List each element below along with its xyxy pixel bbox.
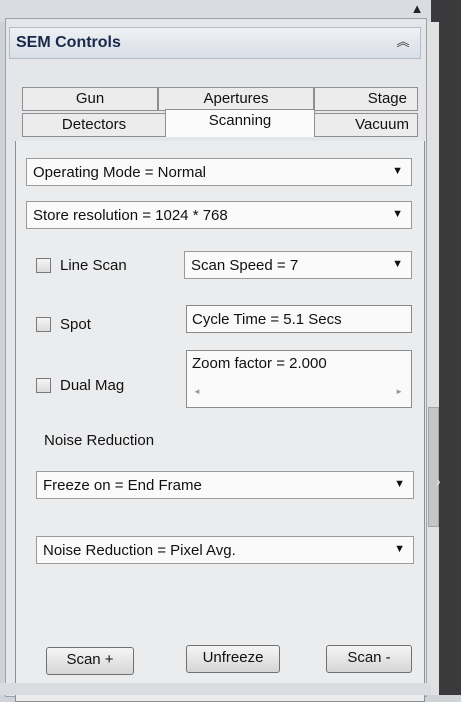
tab-vacuum[interactable]: Vacuum xyxy=(314,113,418,137)
tab-apertures[interactable]: Apertures xyxy=(158,87,314,111)
noise-reduction-heading: Noise Reduction xyxy=(44,432,155,449)
noise-reduction-dropdown[interactable]: Noise Reduction = Pixel Avg. ▼ xyxy=(36,536,414,564)
cycle-time-value: Cycle Time = 5.1 Secs xyxy=(192,311,342,328)
operating-mode-value: Operating Mode = Normal xyxy=(33,164,206,181)
vertical-scrollbar[interactable] xyxy=(426,22,439,695)
tab-detectors[interactable]: Detectors xyxy=(22,113,166,137)
spot-checkbox[interactable] xyxy=(36,317,51,332)
tab-gun[interactable]: Gun xyxy=(22,87,158,111)
double-chevron-up-icon[interactable]: ︽ xyxy=(394,33,412,51)
noise-reduction-value: Noise Reduction = Pixel Avg. xyxy=(43,542,236,559)
scan-plus-button[interactable]: Scan + xyxy=(46,647,134,675)
scrollbar-thumb[interactable] xyxy=(428,407,439,527)
triangle-down-icon: ▼ xyxy=(392,165,403,177)
scan-minus-button[interactable]: Scan - xyxy=(326,645,412,673)
dual-mag-label: Dual Mag xyxy=(60,377,125,394)
line-scan-label: Line Scan xyxy=(60,257,127,274)
triangle-down-icon: ▼ xyxy=(392,258,403,270)
store-resolution-dropdown[interactable]: Store resolution = 1024 * 768 ▼ xyxy=(26,201,412,229)
line-scan-checkbox[interactable] xyxy=(36,258,51,273)
dual-mag-checkbox[interactable] xyxy=(36,378,51,393)
triangle-down-icon: ▼ xyxy=(392,208,403,220)
scroll-up-icon[interactable]: ▲ xyxy=(404,1,430,17)
scan-speed-value: Scan Speed = 7 xyxy=(191,257,299,274)
store-resolution-value: Store resolution = 1024 * 768 xyxy=(33,207,228,224)
line-scan-checkbox-row[interactable]: Line Scan xyxy=(36,257,166,279)
scroll-right-icon[interactable]: ► xyxy=(395,387,403,396)
zoom-factor-slider-field[interactable]: Zoom factor = 2.000 ◄ ► xyxy=(186,350,412,408)
scroll-left-icon[interactable]: ◄ xyxy=(193,387,201,396)
freeze-on-dropdown[interactable]: Freeze on = End Frame ▼ xyxy=(36,471,414,499)
dual-mag-checkbox-row[interactable]: Dual Mag xyxy=(36,377,156,399)
spot-label: Spot xyxy=(60,316,91,333)
tab-scanning[interactable]: Scanning xyxy=(165,109,315,137)
tab-stage[interactable]: Stage xyxy=(314,87,418,111)
cycle-time-field[interactable]: Cycle Time = 5.1 Secs xyxy=(186,305,412,333)
unfreeze-button[interactable]: Unfreeze xyxy=(186,645,280,673)
chevron-right-icon[interactable]: › xyxy=(436,473,441,489)
triangle-down-icon: ▼ xyxy=(394,543,405,555)
panel-title: SEM Controls xyxy=(16,34,121,51)
spot-checkbox-row[interactable]: Spot xyxy=(36,316,136,338)
panel-header: SEM Controls ︽ xyxy=(9,27,421,59)
window-bottom-bar xyxy=(0,683,431,695)
scan-speed-dropdown[interactable]: Scan Speed = 7 ▼ xyxy=(184,251,412,279)
triangle-down-icon: ▼ xyxy=(394,478,405,490)
operating-mode-dropdown[interactable]: Operating Mode = Normal ▼ xyxy=(26,158,412,186)
zoom-factor-value: Zoom factor = 2.000 xyxy=(192,355,327,372)
freeze-on-value: Freeze on = End Frame xyxy=(43,477,202,494)
